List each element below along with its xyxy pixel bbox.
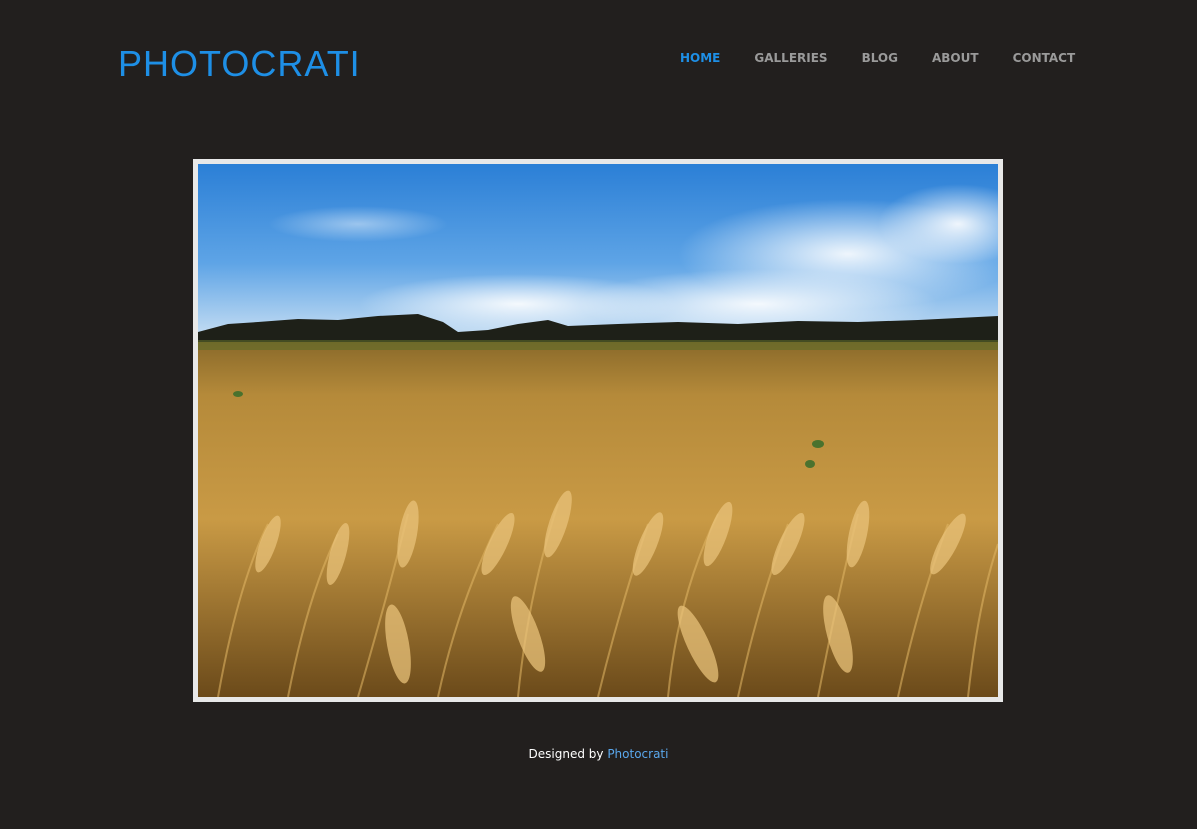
nav-item-galleries[interactable]: GALLERIES — [754, 51, 827, 65]
site-logo[interactable]: PHOTOCRATI — [118, 46, 361, 82]
main-nav: HOME GALLERIES BLOG ABOUT CONTACT — [680, 51, 1075, 65]
wheat-field-image — [198, 164, 998, 697]
nav-item-contact[interactable]: CONTACT — [1013, 51, 1076, 65]
page: PHOTOCRATI HOME GALLERIES BLOG ABOUT CON… — [0, 0, 1197, 829]
featured-photo — [198, 164, 998, 697]
footer-credit-prefix: Designed by — [528, 747, 604, 761]
footer-photocrati-link[interactable]: Photocrati — [607, 747, 668, 761]
footer: Designed by Photocrati — [0, 747, 1197, 761]
featured-photo-frame — [193, 159, 1003, 702]
nav-item-blog[interactable]: BLOG — [862, 51, 898, 65]
nav-item-about[interactable]: ABOUT — [932, 51, 979, 65]
nav-item-home[interactable]: HOME — [680, 51, 720, 65]
